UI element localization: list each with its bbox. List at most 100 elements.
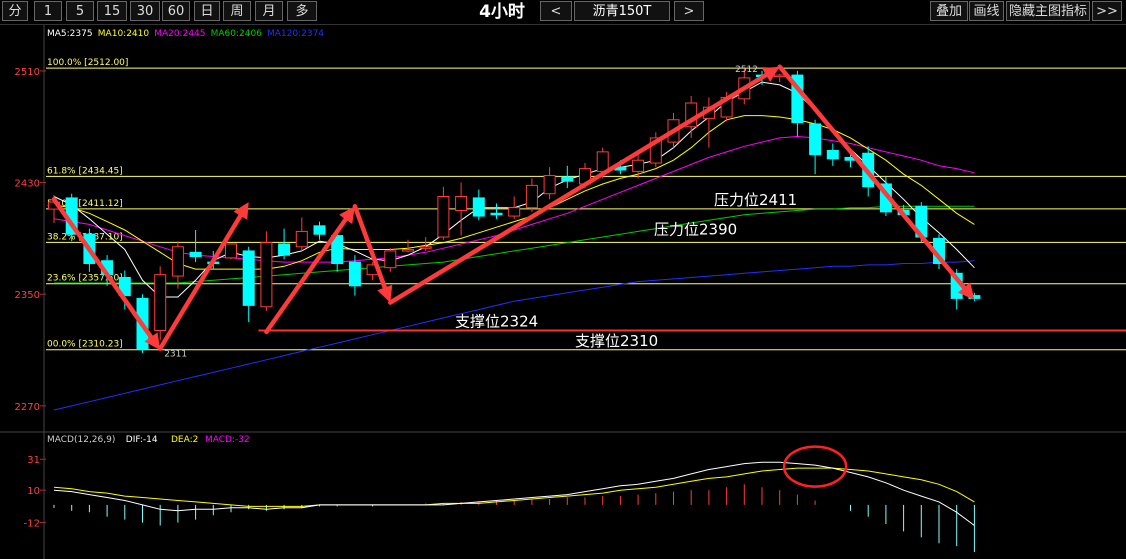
- candle-body: [242, 250, 255, 306]
- candle-body: [525, 184, 538, 209]
- candle-body: [826, 149, 839, 160]
- candle: [561, 165, 574, 189]
- fib-level-label: 61.8% [2434.45]: [47, 166, 123, 176]
- next-symbol-button[interactable]: >: [674, 1, 704, 21]
- fibonacci-levels: 100.0% [2512.00]61.8% [2434.45]50.0% [24…: [46, 58, 1126, 351]
- macd-tick-label: 10: [27, 486, 40, 497]
- high-price-label: 2512: [735, 65, 758, 75]
- candle-body: [225, 243, 237, 259]
- symbol-name[interactable]: 沥青150T: [574, 1, 670, 21]
- candle-body: [561, 176, 574, 182]
- ma-legend: MA5:2375 MA10:2410 MA20:2445 MA60:2406 MA120…: [47, 29, 324, 39]
- candle: [508, 196, 521, 219]
- prev-symbol-button[interactable]: <: [540, 1, 572, 21]
- candle-body: [348, 261, 361, 287]
- candle-body: [809, 123, 822, 156]
- candle: [260, 231, 273, 311]
- more-menu-button[interactable]: >>: [1092, 1, 1122, 21]
- candle: [543, 167, 556, 200]
- low-price-label: 2311: [164, 350, 187, 360]
- candle-body: [402, 249, 414, 252]
- candle: [437, 186, 450, 240]
- candle: [472, 189, 485, 221]
- period-week-button[interactable]: 周: [223, 1, 251, 21]
- trend-arrow-shaft: [388, 72, 769, 305]
- level-annotation: 支撑位2324: [455, 312, 538, 330]
- candle: [154, 266, 167, 341]
- candle: [455, 182, 468, 236]
- hide-indicator-button[interactable]: 隐藏主图指标: [1006, 1, 1090, 21]
- candle: [278, 228, 291, 260]
- candle-body: [508, 207, 521, 217]
- period-month-button[interactable]: 月: [255, 1, 283, 21]
- overlay-button[interactable]: 叠加: [930, 1, 968, 21]
- ma-legend-item: MA120:2374: [267, 29, 324, 39]
- candle-body: [384, 250, 397, 269]
- draw-line-button[interactable]: 画线: [969, 1, 1004, 21]
- fib-level-label: 00.0% [2310.23]: [47, 340, 123, 350]
- price-tick-label: 2510: [15, 67, 40, 78]
- period-1-button[interactable]: 1: [34, 1, 62, 21]
- trend-arrow-shaft: [777, 64, 967, 290]
- candle: [189, 230, 202, 263]
- ma10-line: [53, 115, 975, 270]
- macd-tick-label: 31: [27, 455, 40, 466]
- period-5-button[interactable]: 5: [66, 1, 94, 21]
- timeframe-title: 4小时: [479, 2, 525, 22]
- candle-body: [455, 196, 468, 211]
- candle-body: [437, 196, 450, 238]
- candle-body: [278, 243, 291, 256]
- candle: [171, 241, 184, 289]
- price-tick-label: 2350: [15, 290, 40, 301]
- ma-legend-item: MA10:2410: [98, 29, 150, 39]
- candle-body: [295, 230, 308, 248]
- macd-legend-item: MACD(12,26,9): [47, 435, 115, 445]
- candle-body: [773, 74, 786, 78]
- macd-tick-label: -12: [24, 519, 40, 530]
- candle-body: [154, 274, 167, 331]
- macd-crossover-circle: [782, 445, 848, 488]
- candle-body: [543, 175, 556, 195]
- period-30-button[interactable]: 30: [130, 1, 160, 21]
- candle: [295, 217, 308, 251]
- ma5-line: [53, 81, 975, 298]
- period-15-button[interactable]: 15: [97, 1, 127, 21]
- candle-body: [490, 212, 503, 216]
- ma-legend-item: MA60:2406: [211, 29, 263, 39]
- fib-level-label: 100.0% [2512.00]: [47, 58, 128, 68]
- period-60-button[interactable]: 60: [162, 1, 190, 21]
- support-resistance-annotations: 压力位2411 压力位2390 支撑位2324 支撑位2310 2512 2311: [164, 65, 1126, 360]
- macd-legend-item: DIF:-14: [126, 435, 158, 445]
- candle: [313, 221, 326, 240]
- toolbar: 分 1 5 15 30 60 日 周 月 多 4小时 < 沥青150T > 叠加…: [0, 0, 1126, 25]
- level-annotation: 支撑位2310: [575, 332, 658, 350]
- price-tick-label: 2430: [15, 179, 40, 190]
- candle: [402, 239, 414, 253]
- candle-body: [596, 151, 609, 172]
- candle: [242, 246, 255, 323]
- candle-body: [419, 246, 432, 249]
- period-more-button[interactable]: 多: [287, 1, 317, 21]
- macd-dif-line: [53, 461, 975, 526]
- period-minute-button[interactable]: 分: [2, 1, 28, 21]
- price-tick-label: 2270: [15, 402, 40, 413]
- candle-body: [189, 251, 202, 258]
- candle-body: [171, 246, 184, 277]
- candle: [809, 119, 822, 175]
- trend-arrow-shaft: [157, 213, 243, 351]
- macd-legend-item: DEA:2: [171, 435, 198, 445]
- macd-panel: MACD(12,26,9) DIF:-14 DEA:2 MACD:-32 31 10 -12: [24, 435, 975, 553]
- period-day-button[interactable]: 日: [194, 1, 220, 21]
- ma-legend-item: MA5:2375: [47, 29, 93, 39]
- candle: [490, 203, 503, 219]
- candle: [773, 73, 786, 83]
- level-annotation: 压力位2411: [714, 191, 797, 209]
- candle-body: [260, 242, 273, 308]
- macd-legend-item: MACD:-32: [205, 435, 250, 445]
- candle-body: [313, 225, 326, 235]
- candle: [826, 143, 839, 166]
- ma-legend-item: MA20:2445: [154, 29, 205, 39]
- price-chart: 2510 2430 2350 2270 100.0% [2512.00] 61.8% […: [0, 25, 1126, 559]
- candlesticks: [48, 68, 981, 353]
- candle: [384, 248, 397, 272]
